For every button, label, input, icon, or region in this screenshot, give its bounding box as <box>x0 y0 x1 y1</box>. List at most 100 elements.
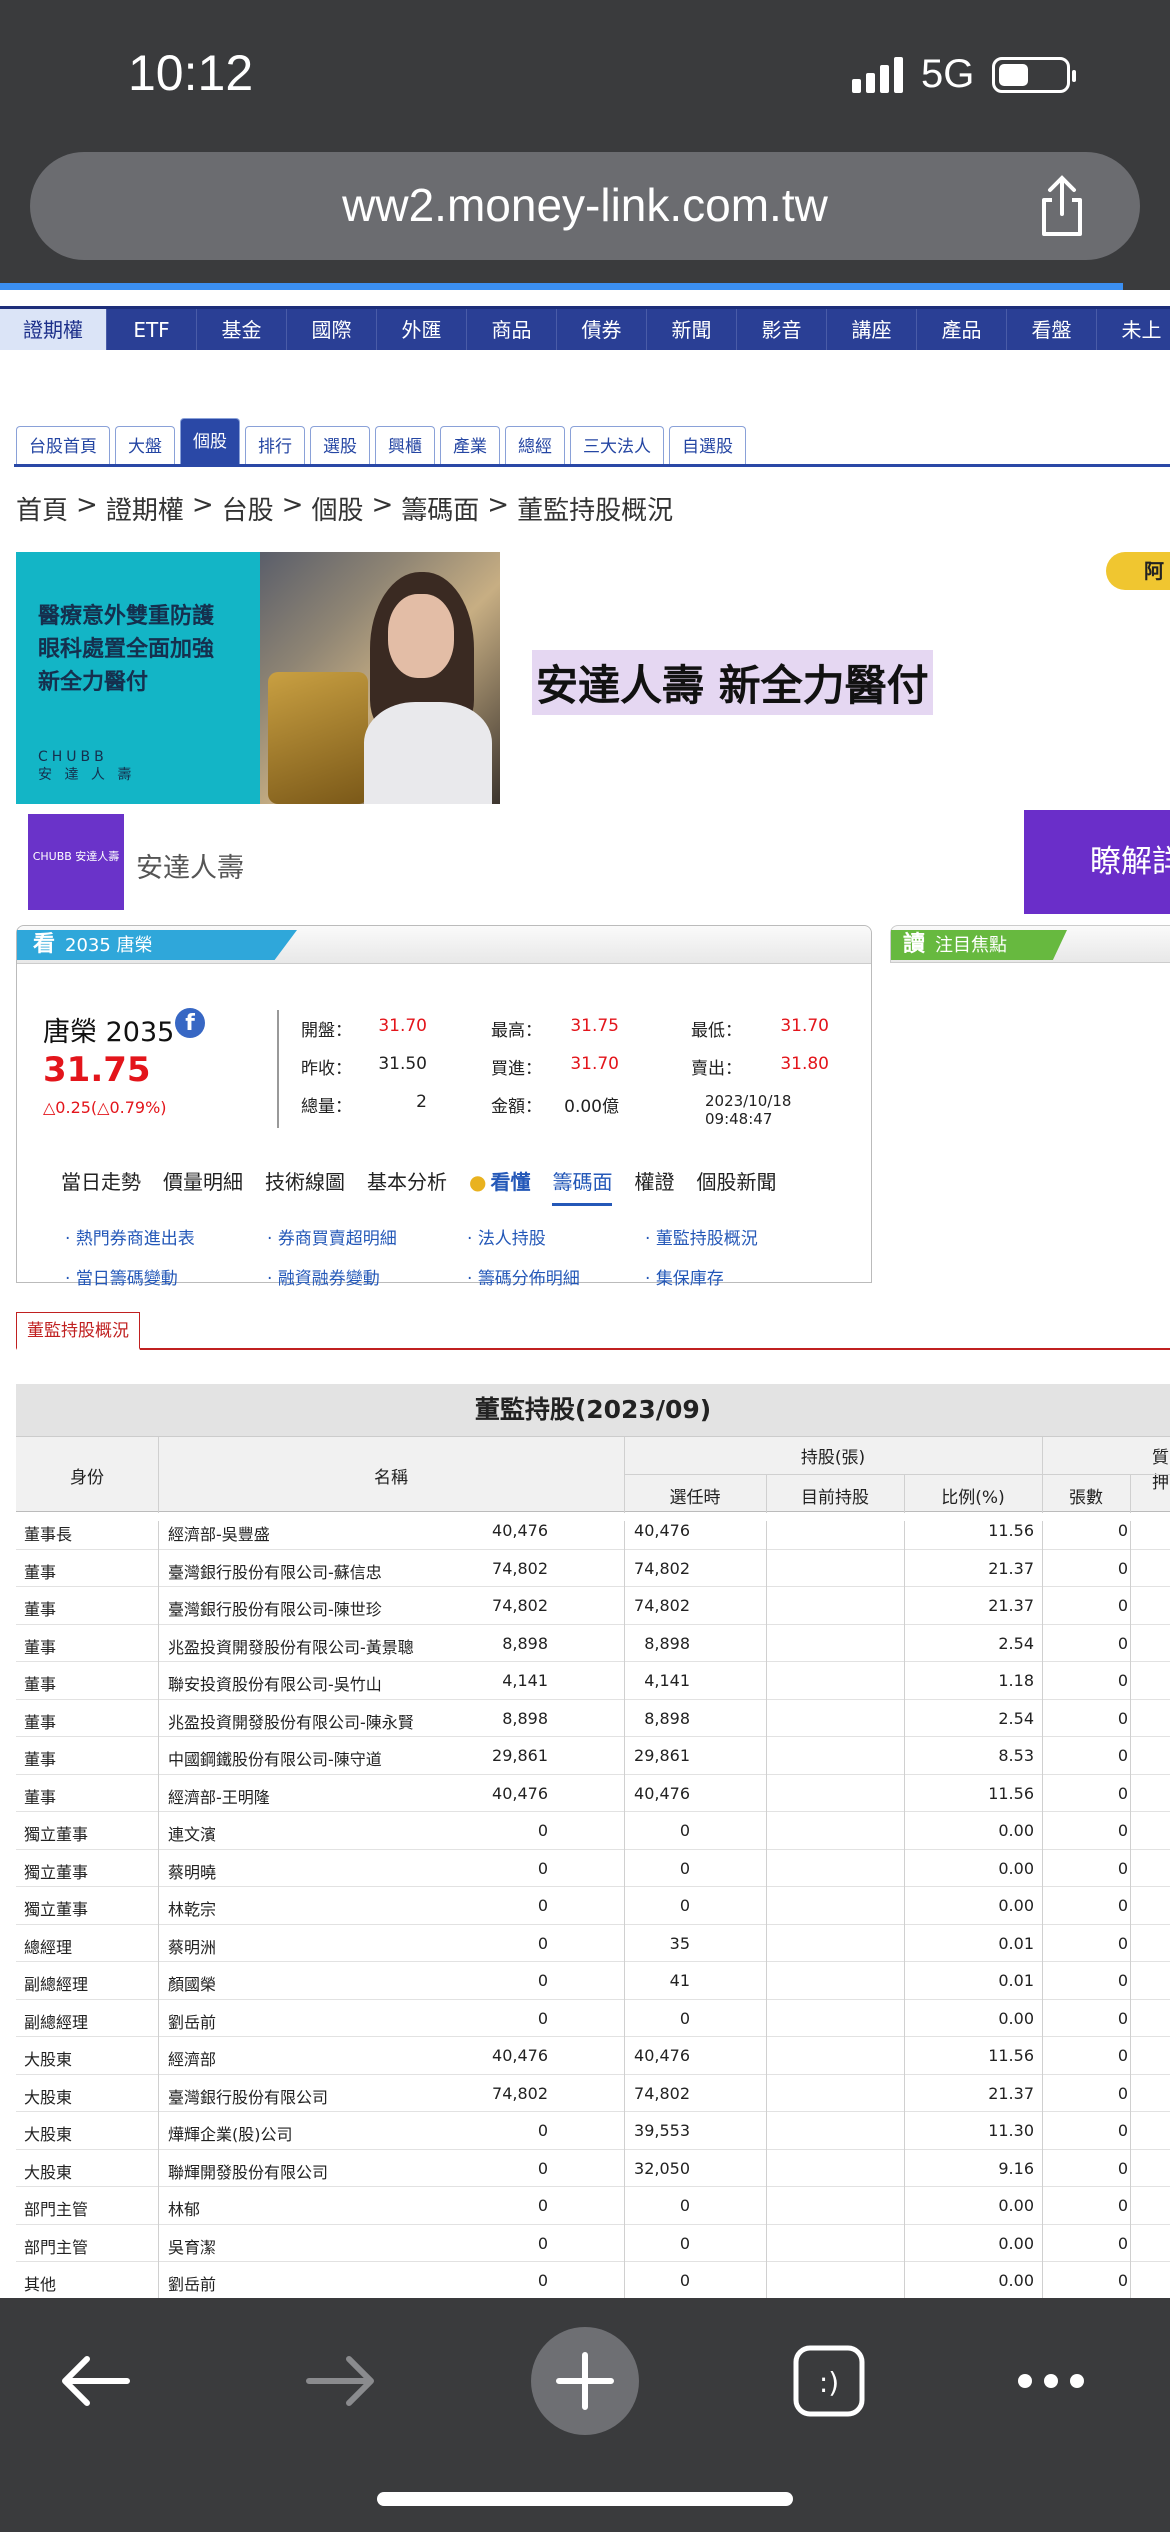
sub-tab[interactable]: 選股 <box>310 426 370 466</box>
quote-label: 最高： <box>491 1021 542 1041</box>
cell-elected: 0 <box>537 1896 548 1915</box>
cell-role: 董事 <box>24 1787 57 1807</box>
ad-brand-name[interactable]: 安達人壽 <box>136 846 244 885</box>
battery-icon <box>992 56 1077 93</box>
main-nav-item[interactable]: 債券 <box>557 309 647 350</box>
cell-current: 0 <box>679 2233 690 2253</box>
forward-icon[interactable] <box>296 2336 386 2426</box>
advertisement[interactable]: 醫療意外雙重防護 眼科處置全面加強 新全力醫付 CHUBB 安 達 人 壽 安達… <box>16 552 1170 914</box>
chip-link[interactable]: 券商買賣超明細 <box>267 1224 397 1249</box>
breadcrumb-item[interactable]: 台股 <box>222 490 274 527</box>
panel-label-text: 2035 唐榮 <box>65 935 153 956</box>
cell-role: 獨立董事 <box>24 1862 89 1882</box>
sub-tab[interactable]: 排行 <box>245 426 305 466</box>
col-ratio: 比例(%) <box>941 1488 1005 1508</box>
sub-tab[interactable]: 個股 <box>180 418 240 466</box>
main-nav-item[interactable]: 商品 <box>467 309 557 350</box>
sub-tab[interactable]: 台股首頁 <box>16 426 110 466</box>
subnav-item[interactable]: ● 看懂 <box>469 1166 530 1206</box>
ad-photo[interactable] <box>260 552 500 804</box>
ad-cta-button[interactable]: 瞭解詳 <box>1024 810 1170 914</box>
breadcrumb-separator: > <box>76 490 98 520</box>
cell-role: 其他 <box>24 2275 57 2294</box>
address-bar[interactable]: ww2.money-link.com.tw <box>30 152 1140 260</box>
ad-avatar-icon[interactable]: 阿 <box>1106 552 1170 590</box>
home-indicator <box>377 2492 793 2506</box>
cell-elected: 40,476 <box>492 1783 548 1803</box>
subnav-item[interactable]: 價量明細 <box>163 1166 243 1206</box>
quote-row: 昨收： 31.50 買進： 31.70 賣出： 31.80 <box>301 1048 861 1086</box>
share-icon[interactable] <box>1032 174 1092 240</box>
sub-tab[interactable]: 總經 <box>505 426 565 466</box>
chip-link[interactable]: 融資融券變動 <box>267 1264 380 1289</box>
focus-label[interactable]: 讀注目焦點 <box>891 930 1067 960</box>
main-nav-item[interactable]: 新聞 <box>647 309 737 350</box>
main-nav-item[interactable]: 國際 <box>287 309 377 350</box>
cell-elected: 4,141 <box>502 1671 548 1690</box>
main-nav-item[interactable]: 證期權 <box>0 309 107 350</box>
ad-left-panel[interactable]: 醫療意外雙重防護 眼科處置全面加強 新全力醫付 CHUBB 安 達 人 壽 <box>16 552 260 804</box>
table-row: 董事長 經濟部-吳豐盛 40,476 40,476 11.56 0 <box>16 1512 1170 1559</box>
breadcrumb-item[interactable]: 董監持股概況 <box>517 490 673 527</box>
page-load-progress <box>0 283 1124 290</box>
breadcrumb-item[interactable]: 籌碼面 <box>401 490 479 527</box>
cell-role: 董事 <box>24 1712 57 1732</box>
cell-role: 董事長 <box>24 1525 73 1544</box>
main-nav-item[interactable]: 看盤 <box>1007 309 1097 350</box>
subnav-item[interactable]: 個股新聞 <box>696 1166 776 1206</box>
cell-elected: 0 <box>537 2121 548 2140</box>
breadcrumb-item[interactable]: 首頁 <box>16 490 68 527</box>
plus-icon[interactable] <box>530 2327 640 2435</box>
breadcrumb-item[interactable]: 證期權 <box>106 490 184 527</box>
cell-ratio: 0.00 <box>998 2271 1034 2290</box>
cell-pledge: 0 <box>1117 1558 1128 1578</box>
chip-link[interactable]: 熱門券商進出表 <box>65 1224 195 1249</box>
chip-link[interactable]: 籌碼分佈明細 <box>467 1264 580 1289</box>
sub-tab[interactable]: 大盤 <box>115 426 175 466</box>
main-nav-item[interactable]: 外匯 <box>377 309 467 350</box>
tabs-icon[interactable]: :) <box>784 2336 874 2426</box>
main-nav-item[interactable]: 基金 <box>197 309 287 350</box>
ad-headline[interactable]: 安達人壽 新全力醫付 <box>532 650 933 715</box>
chip-link[interactable]: 董監持股概況 <box>645 1224 758 1249</box>
sub-tab[interactable]: 產業 <box>440 426 500 466</box>
cell-current: 40,476 <box>634 1783 690 1803</box>
ad-line: 眼科處置全面加強 <box>38 637 215 662</box>
table-row: 獨立董事 連文濱 0 0 0.00 0 <box>16 1812 1170 1859</box>
section-tab[interactable]: 董監持股概況 <box>16 1312 140 1350</box>
chip-link[interactable]: 集保庫存 <box>645 1264 724 1289</box>
cell-role: 大股東 <box>24 2125 73 2144</box>
stock-name: 唐榮 2035 <box>43 1017 175 1048</box>
cell-pledge: 0 <box>1117 1521 1128 1540</box>
facebook-icon[interactable]: f <box>175 1008 205 1038</box>
subnav-item[interactable]: 基本分析 <box>367 1166 447 1206</box>
subnav-item[interactable]: 籌碼面 <box>552 1166 613 1206</box>
cell-role: 董事 <box>24 1637 57 1657</box>
cell-elected: 0 <box>537 2233 548 2253</box>
quote-label: 最低： <box>691 1021 742 1041</box>
main-nav-item[interactable]: 講座 <box>827 309 917 350</box>
chip-link[interactable]: 法人持股 <box>467 1224 546 1249</box>
cell-role: 副總經理 <box>24 2012 89 2032</box>
subnav-item[interactable]: 技術線圖 <box>265 1166 345 1206</box>
sub-tab[interactable]: 興櫃 <box>375 426 435 466</box>
sub-tab[interactable]: 自選股 <box>669 426 746 466</box>
cell-name: 經濟部-吳豐盛 <box>168 1525 270 1544</box>
cell-pledge: 0 <box>1117 2233 1128 2253</box>
breadcrumb-item[interactable]: 個股 <box>311 490 363 527</box>
main-nav-item[interactable]: ETF <box>107 309 197 350</box>
cell-ratio: 11.30 <box>988 2121 1034 2140</box>
subnav-item[interactable]: 當日走勢 <box>61 1166 141 1206</box>
more-icon[interactable] <box>1006 2336 1096 2426</box>
main-nav-item[interactable]: 影音 <box>737 309 827 350</box>
sub-tab[interactable]: 三大法人 <box>570 426 664 466</box>
main-nav-item[interactable]: 產品 <box>917 309 1007 350</box>
chip-link[interactable]: 當日籌碼變動 <box>65 1264 178 1289</box>
url-text[interactable]: ww2.money-link.com.tw <box>30 178 1140 232</box>
subnav-item[interactable]: 權證 <box>634 1166 674 1206</box>
cell-ratio: 9.16 <box>998 2158 1034 2178</box>
cell-current: 4,141 <box>644 1671 690 1690</box>
cell-role: 總經理 <box>24 1937 73 1957</box>
back-icon[interactable] <box>50 2336 140 2426</box>
main-nav-item[interactable]: 未上 <box>1097 309 1170 350</box>
